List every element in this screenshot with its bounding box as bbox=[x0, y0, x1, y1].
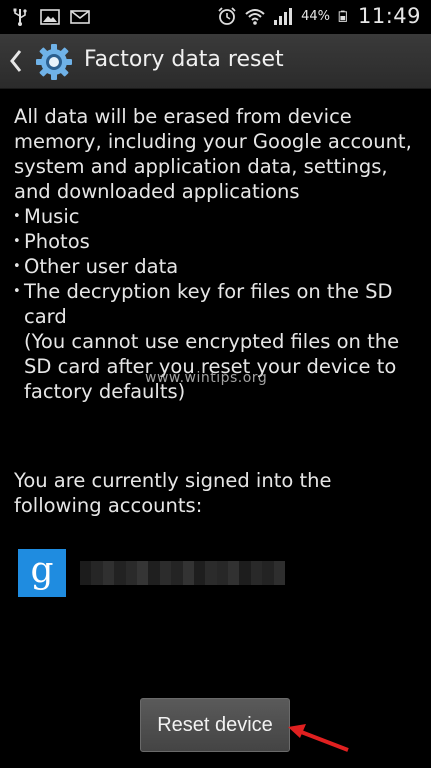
redacted-account-name bbox=[80, 561, 286, 585]
list-item-text: Photos bbox=[24, 230, 90, 253]
notification-icons bbox=[10, 7, 90, 27]
battery-icon bbox=[338, 10, 347, 22]
google-logo-letter: g bbox=[30, 550, 54, 591]
wifi-icon bbox=[245, 9, 265, 25]
reset-device-button[interactable]: Reset device bbox=[140, 698, 290, 752]
status-bar: 44% 11:49 bbox=[0, 0, 431, 34]
clock: 11:49 bbox=[357, 4, 421, 28]
gallery-icon bbox=[40, 9, 60, 25]
list-item-text: Other user data bbox=[24, 255, 179, 278]
system-status: 44% 11:49 bbox=[217, 4, 421, 28]
battery-percent: 44% bbox=[301, 8, 330, 24]
watermark: www.wintips.org bbox=[145, 370, 268, 386]
signal-icon bbox=[274, 8, 293, 25]
list-item: Photos bbox=[13, 229, 419, 254]
email-icon bbox=[70, 10, 90, 24]
back-arrow-icon[interactable] bbox=[6, 46, 26, 76]
action-bar: Factory data reset bbox=[0, 34, 431, 89]
list-item-text: Music bbox=[24, 205, 80, 228]
google-account-row: g bbox=[18, 549, 286, 597]
intro-text: All data will be erased from device memo… bbox=[14, 105, 412, 203]
red-arrow-annotation bbox=[288, 724, 349, 752]
usb-icon bbox=[13, 8, 27, 26]
list-item-text: The decryption key for files on the SD c… bbox=[24, 280, 393, 328]
list-item: Other user data bbox=[13, 254, 419, 279]
google-account-icon: g bbox=[18, 549, 66, 597]
list-item-note: (You cannot use encrypted files on the S… bbox=[24, 330, 400, 403]
page-title: Factory data reset bbox=[84, 47, 284, 72]
settings-gear-icon bbox=[36, 44, 72, 80]
reset-info: All data will be erased from device memo… bbox=[13, 104, 419, 404]
list-item: Music bbox=[13, 204, 419, 229]
signed-in-text: You are currently signed into the follow… bbox=[14, 469, 332, 517]
alarm-icon bbox=[218, 7, 236, 25]
